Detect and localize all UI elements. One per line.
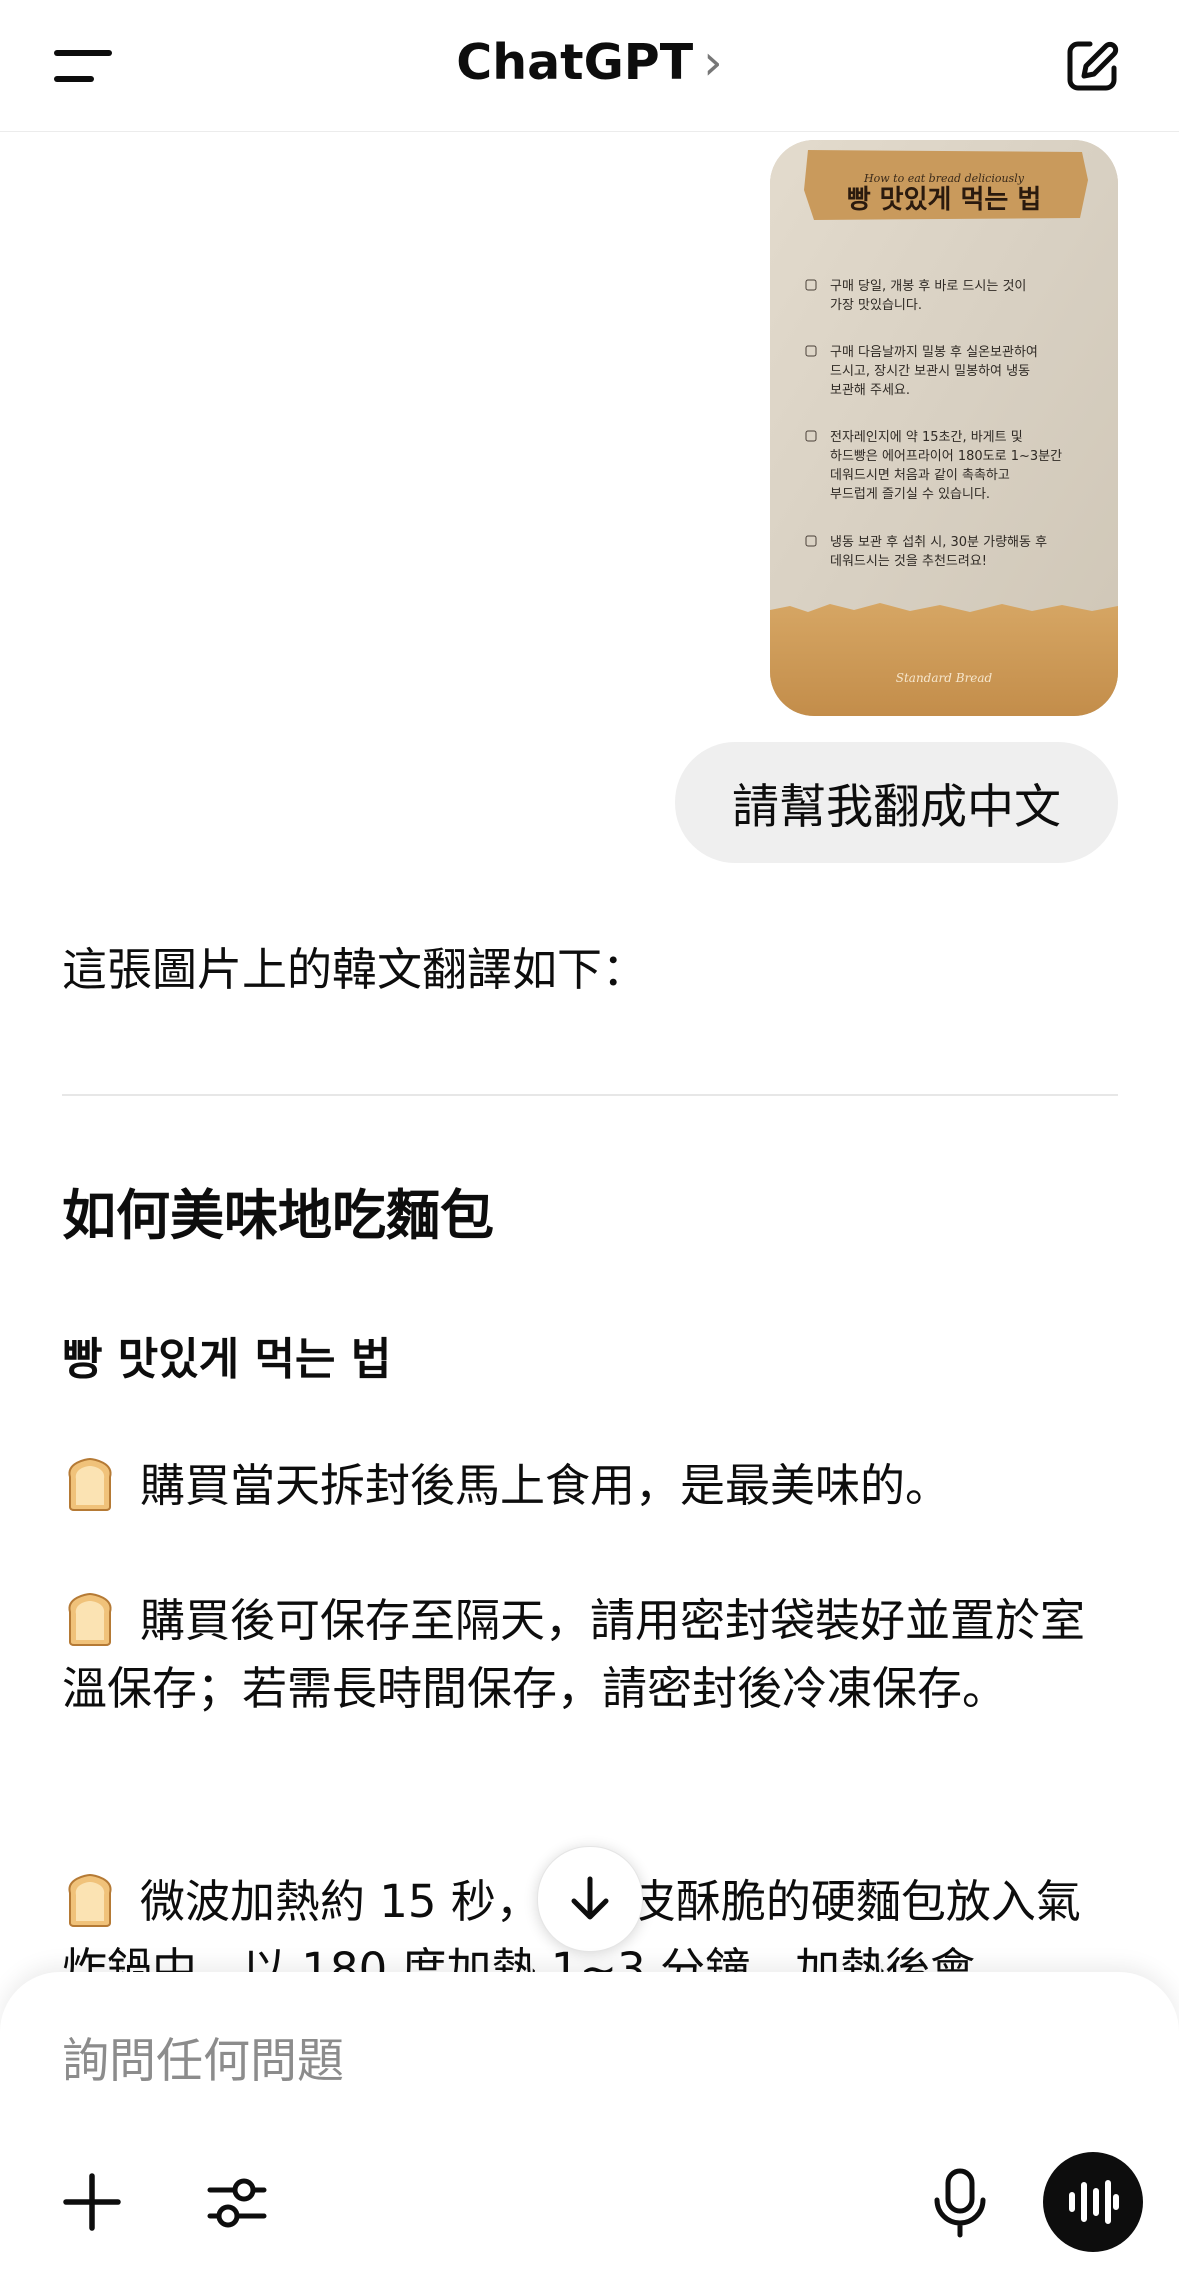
attached-image[interactable]: How to eat bread deliciously 빵 맛있게 먹는 법 …: [770, 140, 1118, 716]
assistant-intro: 這張圖片上的韓文翻譯如下：: [62, 943, 648, 996]
image-line: 데워드시면 처음과 같이 촉촉하고: [830, 468, 1010, 483]
mic-icon[interactable]: [932, 2168, 988, 2238]
response-heading: 如何美味地吃麵包: [62, 1184, 494, 1247]
attached-image-content: How to eat bread deliciously 빵 맛있게 먹는 법 …: [770, 140, 1118, 716]
image-title: 빵 맛있게 먹는 법: [847, 185, 1042, 215]
bread-icon: [68, 1457, 112, 1511]
bread-icon: [68, 1873, 112, 1927]
voice-mode-icon: [1069, 2180, 1119, 2224]
plus-icon[interactable]: [62, 2172, 122, 2232]
edit-icon[interactable]: [1062, 36, 1122, 96]
arrow-down-icon: [571, 1876, 609, 1920]
model-selector[interactable]: ChatGPT ›: [0, 34, 1179, 91]
list-item: 購買當天拆封後馬上食用，是最美味的。: [62, 1452, 1122, 1520]
sliders-icon[interactable]: [206, 2172, 268, 2234]
image-line: 하드빵은 에어프라이어 180도로 1~3분간: [830, 449, 1062, 464]
app-title: ChatGPT: [456, 34, 694, 91]
chevron-right-icon: ›: [703, 34, 723, 91]
user-message-text: 請幫我翻成中文: [732, 780, 1061, 835]
image-line: 보관해 주세요.: [830, 383, 910, 398]
image-brand: Standard Bread: [896, 671, 993, 685]
scroll-to-bottom-button[interactable]: [537, 1846, 643, 1952]
image-line: 드시고, 장시간 보관시 밀봉하여 냉동: [830, 364, 1030, 379]
composer: 詢問任何問題: [0, 1972, 1179, 2277]
image-line: 전자레인지에 약 15초간, 바게트 및: [830, 430, 1023, 445]
image-line: 구매 다음날까지 밀봉 후 실온보관하여: [830, 345, 1038, 360]
voice-mode-button[interactable]: [1043, 2152, 1143, 2252]
image-line: 부드럽게 즐기실 수 있습니다.: [830, 487, 990, 502]
bread-icon: [68, 1592, 112, 1646]
message-input[interactable]: 詢問任何問題: [62, 2022, 344, 2091]
list-item: 購買後可保存至隔天，請用密封袋裝好並置於室溫保存；若需長時間保存，請密封後冷凍保…: [62, 1587, 1122, 1723]
image-subtitle: How to eat bread deliciously: [863, 172, 1025, 185]
image-line: 냉동 보관 후 섭취 시, 30분 가량해동 후: [830, 535, 1047, 550]
list-item-text: 購買當天拆封後馬上食用，是最美味的。: [140, 1459, 951, 1512]
image-line: 가장 맛있습니다.: [830, 298, 922, 313]
image-line: 데워드시는 것을 추천드려요!: [830, 554, 987, 569]
top-bar: ChatGPT ›: [0, 0, 1179, 132]
list-item-text: 購買後可保存至隔天，請用密封袋裝好並置於室溫保存；若需長時間保存，請密封後冷凍保…: [62, 1594, 1086, 1715]
response-subheading: 빵 맛있게 먹는 법: [62, 1334, 392, 1385]
divider: [62, 1094, 1118, 1096]
image-line: 구매 당일, 개봉 후 바로 드시는 것이: [830, 279, 1026, 294]
user-message-bubble: 請幫我翻成中文: [675, 742, 1118, 863]
